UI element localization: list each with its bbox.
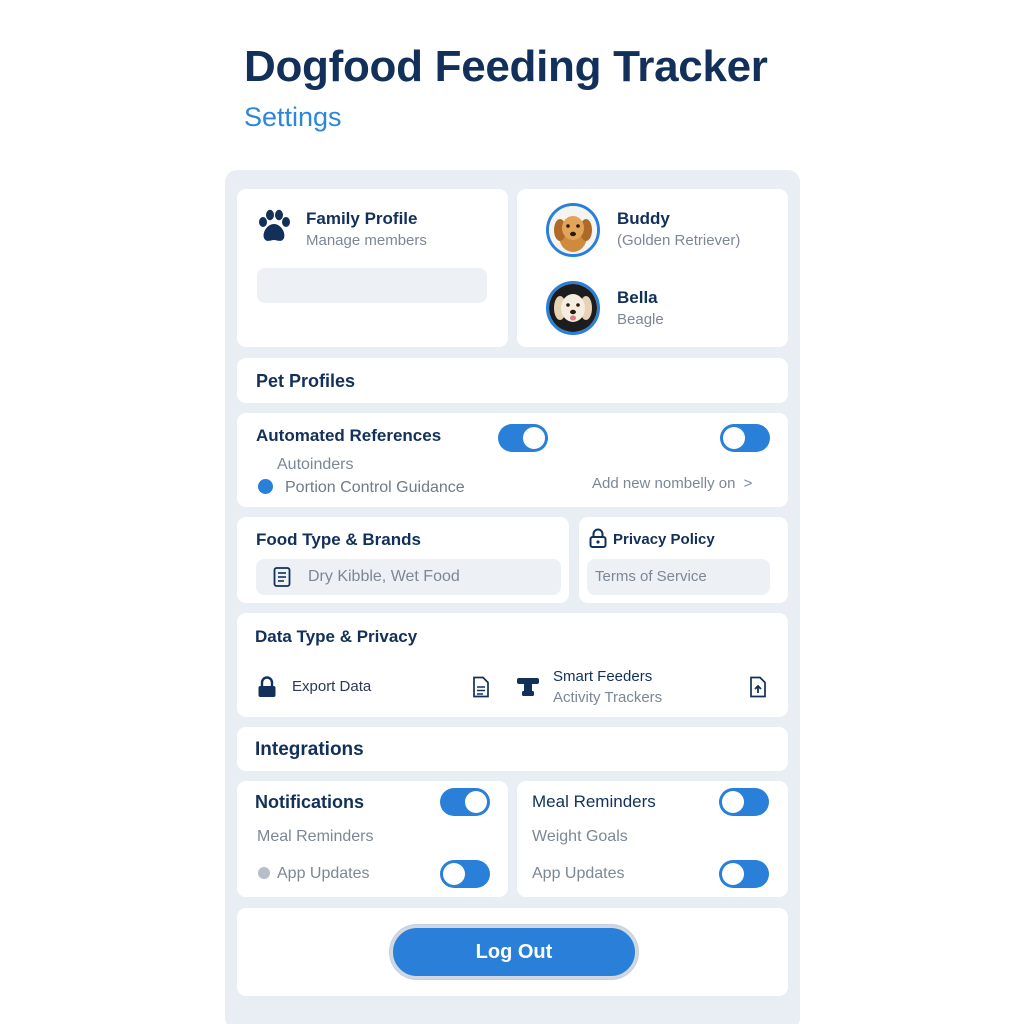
privacy-policy-title[interactable]: Privacy Policy [613,531,715,548]
meal-reminders-card: Meal Reminders Weight Goals App Updates [517,781,788,897]
activity-trackers-label[interactable]: Activity Trackers [553,689,662,706]
chevron-right-icon: > [743,475,753,492]
document-icon [273,567,291,587]
toggle-knob [723,427,745,449]
lock-outline-icon [589,528,607,548]
toggle-knob [443,863,465,885]
page-subtitle: Settings [244,102,342,132]
pet-profiles-card[interactable]: Pet Profiles [237,358,788,403]
terms-of-service-field[interactable]: Terms of Service [587,559,770,595]
pet-breed-buddy: (Golden Retriever) [617,232,741,249]
notifications-card: Notifications Meal Reminders App Updates [237,781,508,897]
paw-icon [255,209,293,247]
automated-references-title: Automated References [256,426,442,445]
avatar-bella[interactable] [546,281,600,335]
pet-name-bella: Bella [617,288,658,307]
automated-references-toggle[interactable] [498,424,548,452]
notifications-toggle[interactable] [440,788,490,816]
smart-feeders-label[interactable]: Smart Feeders [553,668,652,685]
integrations-card[interactable]: Integrations [237,727,788,771]
toggle-knob [523,427,545,449]
food-type-title: Food Type & Brands [256,530,421,549]
pets-card: Buddy (Golden Retriever) Bella Beagle [517,189,788,347]
export-data-label[interactable]: Export Data [292,678,371,695]
toggle-knob [722,791,744,813]
automated-secondary-toggle[interactable] [720,424,770,452]
integrations-title: Integrations [255,739,364,760]
toggle-knob [465,791,487,813]
avatar-buddy[interactable] [546,203,600,257]
weight-goals-label: Weight Goals [532,828,628,845]
notifications-app-updates-toggle[interactable] [440,860,490,888]
lock-icon [257,676,277,698]
logout-button[interactable]: Log Out [390,925,638,979]
family-profile-card[interactable]: Family Profile Manage members [237,189,508,347]
data-privacy-card: Data Type & Privacy Export Data Smart Fe… [237,613,788,717]
family-profile-title: Family Profile [306,209,418,228]
food-type-card: Food Type & Brands Dry Kibble, Wet Food [237,517,569,603]
toggle-knob [722,863,744,885]
portion-control-label: Portion Control Guidance [285,479,465,496]
meal-reminders-app-updates-label: App Updates [532,865,625,882]
app-updates-bullet [258,867,270,879]
page-title: Dogfood Feeding Tracker [244,42,768,91]
portion-control-bullet [258,479,273,494]
data-privacy-title: Data Type & Privacy [255,627,418,646]
autoinders-label: Autoinders [277,456,354,473]
meal-reminders-toggle[interactable] [719,788,769,816]
pet-breed-bella: Beagle [617,311,664,328]
upload-file-icon[interactable] [749,676,767,698]
family-profile-subtitle: Manage members [306,232,427,249]
terms-of-service-label: Terms of Service [595,568,707,585]
meal-reminders-title: Meal Reminders [532,792,656,811]
export-document-icon[interactable] [472,676,490,698]
privacy-policy-card: Privacy Policy Terms of Service [579,517,788,603]
food-type-value: Dry Kibble, Wet Food [308,568,460,585]
family-members-field[interactable] [257,268,487,303]
pet-profiles-title: Pet Profiles [256,371,356,391]
meal-reminders-app-updates-toggle[interactable] [719,860,769,888]
notifications-meal-reminders-label: Meal Reminders [257,828,374,845]
food-type-field[interactable]: Dry Kibble, Wet Food [256,559,561,595]
add-new-link-text: Add new nombelly on [592,475,736,492]
notifications-title: Notifications [255,792,365,812]
pet-name-buddy: Buddy [617,209,670,228]
add-new-link[interactable]: Add new nombelly on > [592,475,752,492]
smart-feeder-icon [516,676,540,698]
notifications-app-updates-label: App Updates [277,865,370,882]
automated-references-card: Automated References Autoinders Portion … [237,413,788,507]
